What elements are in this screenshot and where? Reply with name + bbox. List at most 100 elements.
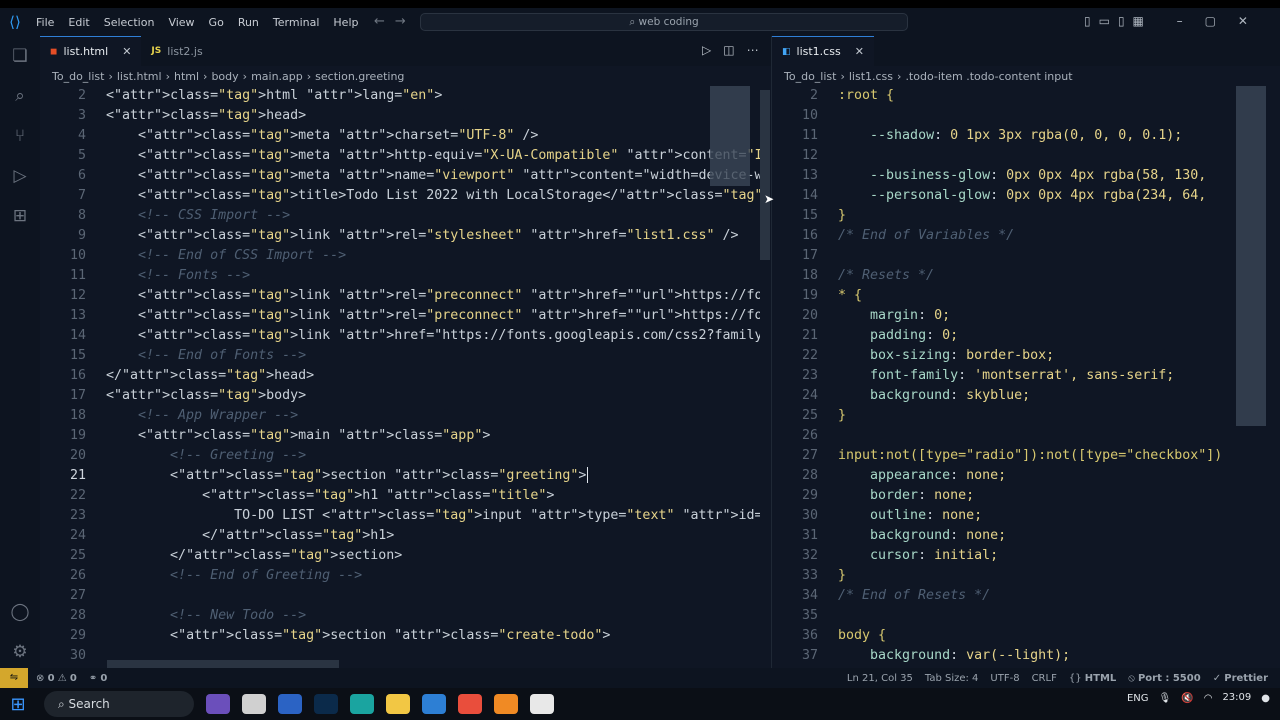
breadcrumb-item[interactable]: body — [211, 70, 238, 83]
app-icon[interactable] — [530, 694, 554, 714]
code-line[interactable]: 20 <!-- Greeting --> — [40, 446, 760, 466]
menu-item-selection[interactable]: Selection — [104, 16, 155, 29]
encoding[interactable]: UTF-8 — [990, 673, 1019, 684]
code-line[interactable]: 19 <"attr">class="tag">main "attr">class… — [40, 426, 760, 446]
code-line[interactable]: 23 TO-DO LIST <"attr">class="tag">input … — [40, 506, 760, 526]
prettier-status[interactable]: ✓ Prettier — [1213, 673, 1268, 684]
code-line[interactable]: 26 <!-- End of Greeting --> — [40, 566, 760, 586]
vscode-taskbar-icon[interactable] — [422, 694, 446, 714]
code-line[interactable]: 13 --business-glow: 0px 0px 4px rgba(58,… — [772, 166, 1280, 186]
code-line[interactable]: 14 <"attr">class="tag">link "attr">href=… — [40, 326, 760, 346]
close-icon[interactable]: ✕ — [122, 45, 131, 58]
code-line[interactable]: 21 padding: 0; — [772, 326, 1280, 346]
code-line[interactable]: 12 <"attr">class="tag">link "attr">rel="… — [40, 286, 760, 306]
code-line[interactable]: 10 — [772, 106, 1280, 126]
windows-start-icon[interactable]: ⊞ — [0, 694, 36, 715]
language-mode[interactable]: {} HTML — [1069, 673, 1116, 684]
breadcrumb-item[interactable]: .todo-item .todo-content input — [905, 70, 1072, 83]
code-line[interactable]: 2:root { — [772, 86, 1280, 106]
breadcrumb-item[interactable]: To_do_list — [784, 70, 836, 83]
code-line[interactable]: 27 input:not([type="radio"]):not([type="c… — [772, 446, 1280, 466]
task-view-icon[interactable] — [242, 694, 266, 714]
editor-actions[interactable]: ▷◫⋯ — [702, 43, 771, 57]
menu-item-view[interactable]: View — [168, 16, 194, 29]
code-line[interactable]: 26 — [772, 426, 1280, 446]
tab-list2-js[interactable]: JS list2.js — [141, 36, 212, 66]
command-center-search[interactable]: ⌕ web coding — [420, 13, 908, 31]
code-line[interactable]: 4 <"attr">class="tag">meta "attr">charse… — [40, 126, 760, 146]
left-minimap[interactable] — [710, 86, 750, 186]
menu-item-run[interactable]: Run — [238, 16, 259, 29]
code-line[interactable]: 3 <"attr">class="tag">head> — [40, 106, 760, 126]
mute-icon[interactable]: 🔇 — [1181, 693, 1193, 704]
live-server-port[interactable]: ⦸ Port : 5500 — [1128, 673, 1200, 684]
code-line[interactable]: 16 /* End of Variables */ — [772, 226, 1280, 246]
code-line[interactable]: 6 <"attr">class="tag">meta "attr">name="… — [40, 166, 760, 186]
wifi-icon[interactable]: ◠ — [1204, 693, 1213, 704]
menu-item-edit[interactable]: Edit — [68, 16, 89, 29]
chrome-icon[interactable] — [458, 694, 482, 714]
breadcrumb-item[interactable]: To_do_list — [52, 70, 104, 83]
search-icon[interactable]: ⌕ — [0, 76, 40, 116]
code-line[interactable]: 24 background: skyblue; — [772, 386, 1280, 406]
code-line[interactable]: 37 background: var(--light); — [772, 646, 1280, 666]
file-explorer-icon[interactable] — [386, 694, 410, 714]
nav-arrows[interactable]: ←→ — [374, 14, 416, 29]
app-l-icon[interactable] — [278, 694, 302, 714]
code-line[interactable]: 11 <!-- Fonts --> — [40, 266, 760, 286]
edge-icon[interactable] — [350, 694, 374, 714]
breadcrumb-item[interactable]: html — [174, 70, 199, 83]
right-editor[interactable]: 2:root {10 11 --shadow: 0 1px 3px rgba(0,… — [772, 86, 1280, 668]
code-line[interactable]: 21 <"attr">class="tag">section "attr">cl… — [40, 466, 760, 486]
code-line[interactable]: 35 — [772, 606, 1280, 626]
gear-icon[interactable]: ⚙ — [0, 632, 40, 672]
run-debug-icon[interactable]: ▷ — [0, 156, 40, 196]
code-line[interactable]: 30 outline: none; — [772, 506, 1280, 526]
code-line[interactable]: 15} — [772, 206, 1280, 226]
code-line[interactable]: 9 <"attr">class="tag">link "attr">rel="s… — [40, 226, 760, 246]
code-line[interactable]: 11 --shadow: 0 1px 3px rgba(0, 0, 0, 0.1… — [772, 126, 1280, 146]
code-line[interactable]: 28 <!-- New Todo --> — [40, 606, 760, 626]
right-minimap[interactable] — [1236, 86, 1266, 426]
code-line[interactable]: 23 font-family: 'montserrat', sans-serif… — [772, 366, 1280, 386]
extensions-icon[interactable]: ⊞ — [0, 196, 40, 236]
code-line[interactable]: 17 <"attr">class="tag">body> — [40, 386, 760, 406]
code-line[interactable]: 10 <!-- End of CSS Import --> — [40, 246, 760, 266]
microphone-icon[interactable]: 🎙 — [1159, 693, 1172, 704]
code-line[interactable]: 29 border: none; — [772, 486, 1280, 506]
menu-item-file[interactable]: File — [36, 16, 54, 29]
breadcrumb-item[interactable]: list1.css — [849, 70, 893, 83]
cursor-position[interactable]: Ln 21, Col 35 — [847, 673, 913, 684]
code-line[interactable]: 27 — [40, 586, 760, 606]
code-line[interactable]: 7 <"attr">class="tag">title>Todo List 20… — [40, 186, 760, 206]
code-line[interactable]: 29 <"attr">class="tag">section "attr">cl… — [40, 626, 760, 646]
tab-list1-css[interactable]: ◧ list1.css ✕ — [772, 36, 874, 66]
menu-item-terminal[interactable]: Terminal — [273, 16, 320, 29]
left-editor[interactable]: 2 <"attr">class="tag">html "attr">lang="e… — [40, 86, 760, 668]
tab-size[interactable]: Tab Size: 4 — [925, 673, 979, 684]
firefox-icon[interactable] — [494, 694, 518, 714]
problems-indicator[interactable]: ⊗ 0 ⚠ 0 — [36, 673, 77, 684]
code-line[interactable]: 20 margin: 0; — [772, 306, 1280, 326]
code-line[interactable]: 17 — [772, 246, 1280, 266]
code-line[interactable]: 25} — [772, 406, 1280, 426]
code-line[interactable]: 15 <!-- End of Fonts --> — [40, 346, 760, 366]
notification-icon[interactable]: ● — [1261, 693, 1270, 704]
code-line[interactable]: 32 cursor: initial; — [772, 546, 1280, 566]
code-line[interactable]: 22 box-sizing: border-box; — [772, 346, 1280, 366]
code-line[interactable]: 5 <"attr">class="tag">meta "attr">http-e… — [40, 146, 760, 166]
code-line[interactable]: 25 </"attr">class="tag">section> — [40, 546, 760, 566]
code-line[interactable]: 33} — [772, 566, 1280, 586]
account-icon[interactable]: ◯ — [0, 592, 40, 632]
widgets-icon[interactable] — [206, 694, 230, 714]
code-line[interactable]: 16 </"attr">class="tag">head> — [40, 366, 760, 386]
code-line[interactable]: 19 * { — [772, 286, 1280, 306]
code-line[interactable]: 8 <!-- CSS Import --> — [40, 206, 760, 226]
code-line[interactable]: 28 appearance: none; — [772, 466, 1280, 486]
code-line[interactable]: 2 <"attr">class="tag">html "attr">lang="e… — [40, 86, 760, 106]
remote-icon[interactable]: ⇋ — [0, 668, 28, 688]
window-controls[interactable]: –▢✕ — [1177, 14, 1270, 28]
code-line[interactable]: 31 background: none; — [772, 526, 1280, 546]
breadcrumb-item[interactable]: list.html — [117, 70, 162, 83]
code-line[interactable]: 34 /* End of Resets */ — [772, 586, 1280, 606]
